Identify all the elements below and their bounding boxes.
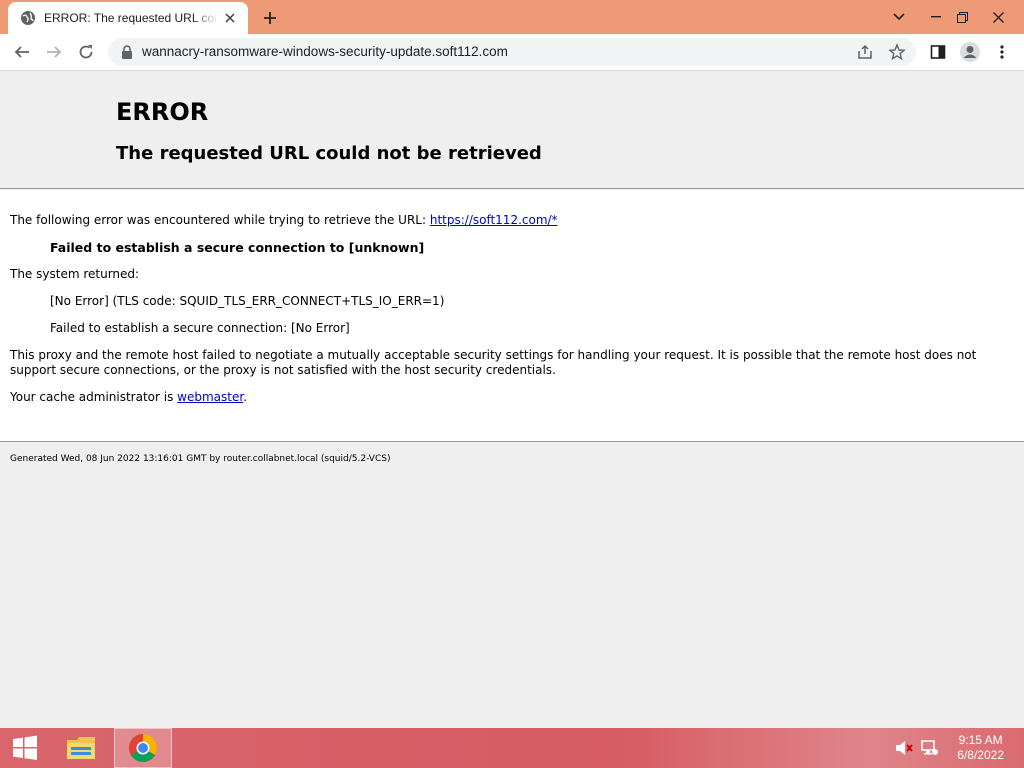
forward-button[interactable] — [40, 38, 68, 66]
profile-button[interactable] — [956, 38, 984, 66]
taskbar-clock[interactable]: 9:15 AM 6/8/2022 — [957, 733, 1004, 763]
arrow-left-icon — [14, 46, 29, 58]
system-returned-label: The system returned: — [10, 267, 140, 281]
kebab-menu-icon — [1000, 45, 1004, 59]
tab-search-button[interactable] — [881, 0, 917, 34]
close-icon — [992, 11, 1004, 23]
minimize-icon — [931, 16, 941, 18]
windows-start-icon — [13, 735, 37, 760]
side-panel-button[interactable] — [924, 38, 952, 66]
reload-icon — [79, 45, 93, 59]
windows-taskbar: 9:15 AM 6/8/2022 — [0, 728, 1024, 768]
new-tab-button[interactable] — [258, 6, 282, 30]
address-bar[interactable]: wannacry-ransomware-windows-security-upd… — [108, 38, 916, 66]
explanation-paragraph: This proxy and the remote host failed to… — [10, 348, 977, 377]
url-text[interactable]: wannacry-ransomware-windows-security-upd… — [142, 44, 508, 59]
generated-footer: Generated Wed, 08 Jun 2022 13:16:01 GMT … — [10, 454, 391, 464]
error-body: The following error was encountered whil… — [0, 190, 1024, 442]
restore-button[interactable] — [944, 0, 980, 34]
tab-title: ERROR: The requested URL could not be re… — [44, 11, 218, 25]
menu-button[interactable] — [988, 38, 1016, 66]
side-panel-icon — [930, 45, 946, 59]
chevron-down-icon — [893, 13, 905, 21]
error-title: Failed to establish a secure connection … — [50, 240, 425, 255]
admin-paragraph: Your cache administrator is webmaster. — [10, 390, 247, 405]
requested-url-link[interactable]: https://soft112.com/* — [430, 213, 558, 227]
restore-icon — [956, 11, 968, 23]
star-icon[interactable] — [888, 43, 906, 61]
share-icon[interactable] — [856, 43, 874, 61]
error-header: ERROR The requested URL could not be ret… — [0, 71, 1024, 189]
system-detail-tls: [No Error] (TLS code: SQUID_TLS_ERR_CONN… — [50, 294, 445, 308]
clock-time: 9:15 AM — [958, 733, 1003, 747]
error-subheading: The requested URL could not be retrieved — [116, 143, 542, 164]
plus-icon — [264, 12, 276, 24]
arrow-right-icon — [47, 46, 62, 58]
reload-button[interactable] — [72, 38, 100, 66]
chrome-icon — [129, 734, 157, 762]
globe-icon — [21, 11, 35, 25]
back-button[interactable] — [8, 38, 36, 66]
browser-titlebar: ERROR: The requested URL could not be re… — [0, 0, 1024, 34]
page-content: ERROR The requested URL could not be ret… — [0, 71, 1024, 728]
start-button[interactable] — [0, 728, 50, 768]
webmaster-link[interactable]: webmaster — [177, 390, 243, 404]
browser-tab[interactable]: ERROR: The requested URL could not be re… — [8, 2, 248, 34]
close-tab-icon[interactable] — [222, 10, 238, 26]
admin-suffix: . — [243, 390, 248, 404]
error-heading: ERROR — [116, 98, 209, 126]
intro-paragraph: The following error was encountered whil… — [10, 213, 558, 228]
file-explorer-button[interactable] — [56, 728, 106, 768]
chrome-taskbar-button[interactable] — [114, 728, 172, 768]
file-explorer-icon — [67, 737, 95, 759]
network-icon[interactable] — [920, 728, 940, 768]
profile-avatar-icon — [960, 42, 980, 62]
intro-text: The following error was encountered whil… — [10, 213, 430, 227]
admin-prefix: Your cache administrator is — [10, 390, 178, 404]
volume-muted-icon[interactable] — [894, 728, 914, 768]
lock-icon[interactable] — [120, 44, 134, 60]
close-window-button[interactable] — [980, 0, 1016, 34]
clock-date: 6/8/2022 — [957, 748, 1004, 762]
system-detail-connection: Failed to establish a secure connection:… — [50, 321, 350, 335]
browser-toolbar: wannacry-ransomware-windows-security-upd… — [0, 34, 1024, 71]
